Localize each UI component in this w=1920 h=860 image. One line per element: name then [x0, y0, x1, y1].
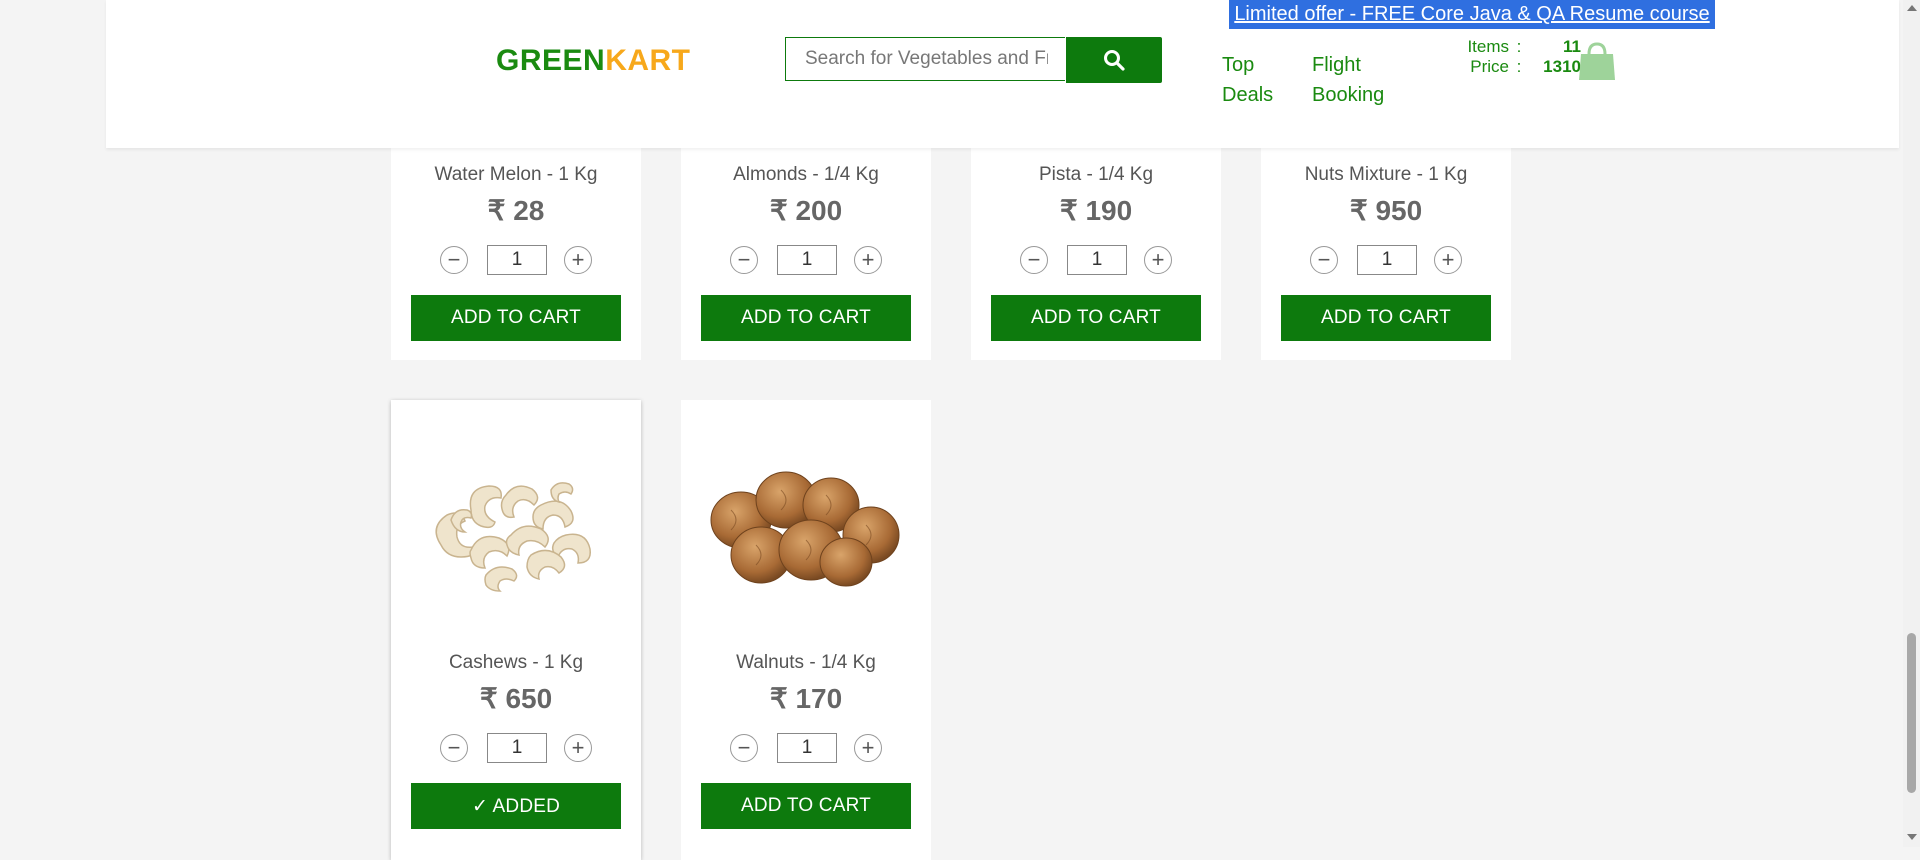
- increment-button[interactable]: +: [854, 246, 882, 274]
- scroll-thumb[interactable]: [1907, 633, 1916, 793]
- plus-icon: +: [571, 735, 585, 760]
- logo[interactable]: GREENKART: [496, 44, 691, 78]
- decrement-button[interactable]: −: [440, 734, 468, 762]
- page-scrollbar[interactable]: [1903, 0, 1920, 847]
- quantity-input[interactable]: [487, 733, 547, 763]
- product-name: Nuts Mixture - 1 Kg: [1304, 164, 1468, 185]
- site-header: Limited offer - FREE Core Java & QA Resu…: [106, 0, 1899, 148]
- increment-button[interactable]: +: [854, 734, 882, 762]
- scroll-up-arrow[interactable]: [1907, 5, 1917, 11]
- cart-price-value: 1310: [1543, 57, 1581, 76]
- add-to-cart-button[interactable]: ADD TO CART: [1281, 295, 1491, 341]
- nav-flight-booking[interactable]: Flight Booking: [1312, 50, 1392, 110]
- cart-price-separator: :: [1516, 57, 1522, 76]
- plus-icon: +: [861, 735, 875, 760]
- search-icon: [1104, 50, 1125, 71]
- cart-items-label: Items: [1467, 37, 1509, 56]
- quantity-stepper: − +: [1020, 245, 1172, 277]
- decrement-button[interactable]: −: [730, 246, 758, 274]
- minus-icon: −: [447, 735, 461, 760]
- walnuts-image: [710, 471, 900, 587]
- decrement-button[interactable]: −: [440, 246, 468, 274]
- quantity-input[interactable]: [1357, 245, 1417, 275]
- product-price: ₹ 28: [487, 195, 545, 226]
- quantity-stepper: − +: [440, 245, 592, 277]
- product-price: ₹ 190: [1059, 195, 1133, 226]
- product-name: Walnuts - 1/4 Kg: [736, 652, 876, 673]
- product-price: ₹ 950: [1349, 195, 1423, 226]
- quantity-stepper: − +: [730, 733, 882, 765]
- quantity-stepper: − +: [1310, 245, 1462, 277]
- logo-kart-text: KART: [605, 44, 691, 77]
- cart-items-count: 11: [1563, 37, 1581, 56]
- minus-icon: −: [1027, 247, 1041, 272]
- plus-icon: +: [571, 247, 585, 272]
- increment-button[interactable]: +: [1144, 246, 1172, 274]
- cashews-image: [435, 482, 591, 592]
- add-to-cart-button[interactable]: ADD TO CART: [991, 295, 1201, 341]
- plus-icon: +: [1151, 247, 1165, 272]
- decrement-button[interactable]: −: [1020, 246, 1048, 274]
- scroll-down-arrow[interactable]: [1907, 834, 1917, 840]
- quantity-input[interactable]: [487, 245, 547, 275]
- add-to-cart-button[interactable]: ADD TO CART: [701, 783, 911, 829]
- minus-icon: −: [737, 247, 751, 272]
- offer-banner-link[interactable]: Limited offer - FREE Core Java & QA Resu…: [1229, 0, 1715, 29]
- product-name: Almonds - 1/4 Kg: [733, 164, 879, 185]
- product-name: Cashews - 1 Kg: [448, 652, 584, 673]
- cart-price-label: Price: [1470, 57, 1509, 76]
- add-to-cart-button[interactable]: ADD TO CART: [411, 295, 621, 341]
- cart-summary: Items : 11 Price : 1310: [1442, 37, 1581, 77]
- product-name: Pista - 1/4 Kg: [1038, 164, 1154, 185]
- increment-button[interactable]: +: [1434, 246, 1462, 274]
- quantity-input[interactable]: [1067, 245, 1127, 275]
- add-to-cart-button[interactable]: ADD TO CART: [701, 295, 911, 341]
- search-button[interactable]: [1066, 37, 1162, 83]
- quantity-stepper: − +: [440, 733, 592, 765]
- added-button[interactable]: ✓ ADDED: [411, 783, 621, 829]
- minus-icon: −: [1317, 247, 1331, 272]
- quantity-stepper: − +: [730, 245, 882, 277]
- quantity-input[interactable]: [777, 245, 837, 275]
- decrement-button[interactable]: −: [730, 734, 758, 762]
- plus-icon: +: [861, 247, 875, 272]
- decrement-button[interactable]: −: [1310, 246, 1338, 274]
- logo-green-text: GREEN: [496, 44, 606, 77]
- product-card: Cashews - 1 Kg ₹ 650 − + ✓ ADDED: [391, 400, 641, 860]
- plus-icon: +: [1441, 247, 1455, 272]
- product-price: ₹ 200: [769, 195, 843, 226]
- product-price: ₹ 170: [769, 683, 843, 714]
- quantity-input[interactable]: [777, 733, 837, 763]
- product-card: Walnuts - 1/4 Kg ₹ 170 − + ADD TO CART: [681, 400, 931, 860]
- cart-items-separator: :: [1516, 37, 1522, 56]
- minus-icon: −: [737, 735, 751, 760]
- increment-button[interactable]: +: [564, 246, 592, 274]
- increment-button[interactable]: +: [564, 734, 592, 762]
- search-input[interactable]: [785, 37, 1065, 81]
- nav-top-deals[interactable]: Top Deals: [1222, 50, 1282, 110]
- minus-icon: −: [447, 247, 461, 272]
- search-bar: [785, 37, 1162, 83]
- product-name: Water Melon - 1 Kg: [434, 164, 598, 185]
- product-price: ₹ 650: [479, 683, 553, 714]
- shopping-bag-icon[interactable]: [1576, 40, 1618, 82]
